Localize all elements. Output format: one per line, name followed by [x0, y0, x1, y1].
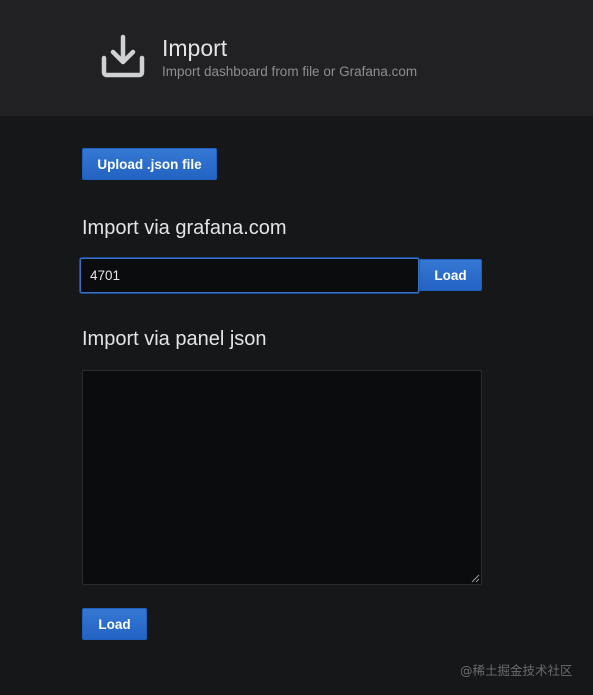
download-icon	[101, 34, 145, 78]
grafana-com-section-title: Import via grafana.com	[82, 217, 287, 239]
watermark: @稀土掘金技术社区	[460, 663, 573, 678]
panel-json-section-title: Import via panel json	[82, 328, 267, 350]
load-panel-json-button[interactable]: Load	[82, 608, 147, 640]
upload-json-button[interactable]: Upload .json file	[82, 148, 217, 180]
page-title: Import	[162, 35, 228, 61]
grafana-com-dashboard-input[interactable]	[80, 258, 419, 293]
page-subtitle: Import dashboard from file or Grafana.co…	[162, 64, 418, 79]
page-header: Import Import dashboard from file or Gra…	[0, 0, 593, 116]
panel-json-textarea[interactable]	[82, 370, 482, 585]
load-grafana-com-button[interactable]: Load	[419, 259, 482, 291]
resize-grip-icon[interactable]	[470, 573, 480, 583]
